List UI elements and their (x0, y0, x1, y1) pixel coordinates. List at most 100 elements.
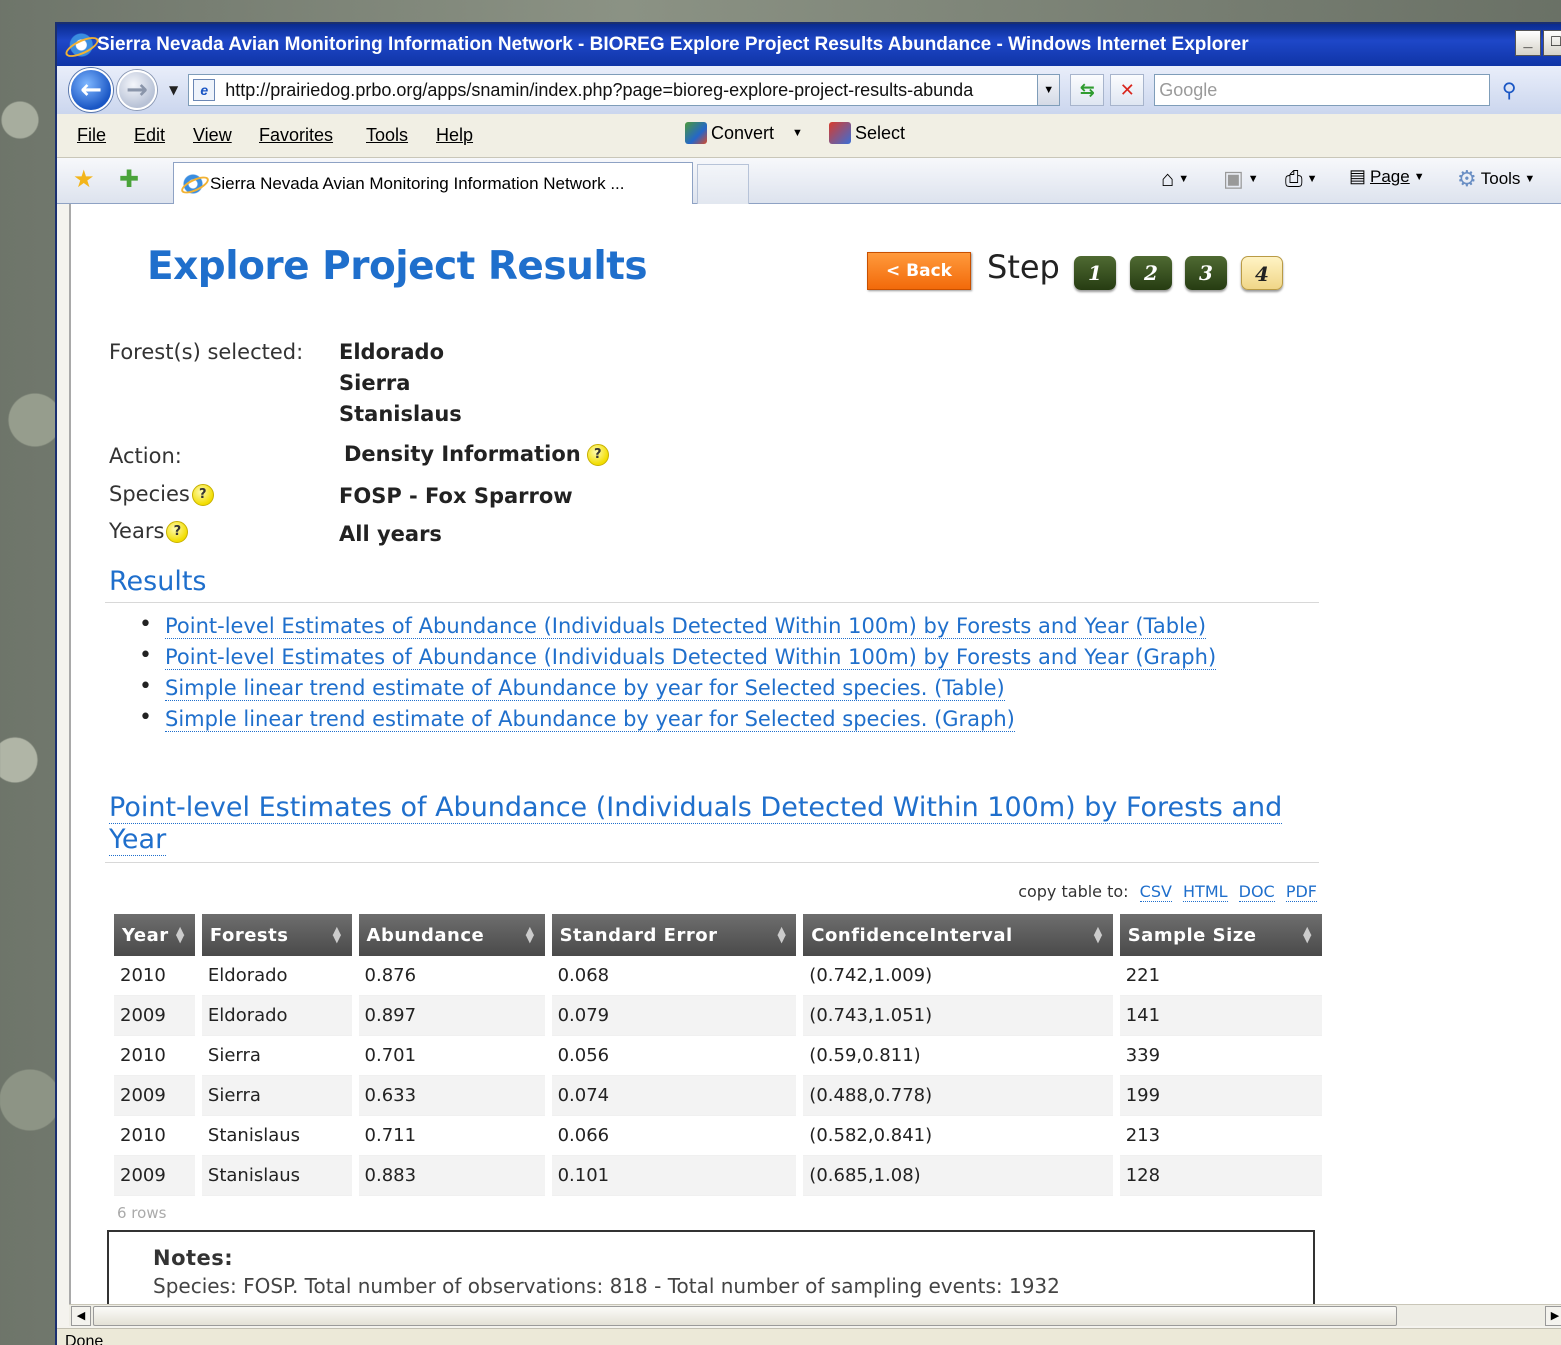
copy-table-label: copy table to: (1018, 882, 1129, 901)
cell-standard-error: 0.056 (551, 1036, 797, 1076)
help-icon[interactable]: ? (191, 484, 214, 506)
column-header-sample-size[interactable]: Sample Size ▲ ▼ (1119, 914, 1322, 956)
menu-tools[interactable]: Tools (366, 125, 408, 146)
search-input[interactable]: Google (1154, 74, 1491, 106)
convert-button[interactable]: Convert ▼ (685, 122, 803, 144)
step-2-badge[interactable]: 2 (1130, 256, 1172, 290)
step-1-badge[interactable]: 1 (1074, 256, 1116, 290)
list-item: Point-level Estimates of Abundance (Indi… (139, 643, 1217, 676)
notes-title: Notes: (153, 1246, 234, 1270)
tools-dropdown-icon[interactable]: ▼ (1524, 173, 1535, 185)
new-tab-button[interactable] (697, 164, 749, 204)
column-header-label: Forests (209, 924, 289, 946)
add-favorite-icon[interactable]: ✚ (119, 165, 139, 194)
result-link-trend-graph[interactable]: Simple linear trend estimate of Abundanc… (165, 707, 1015, 732)
table-row: 2010 Eldorado 0.876 0.068 (0.742,1.009) 221 (114, 956, 1322, 996)
copy-csv-link[interactable]: CSV (1139, 882, 1172, 902)
column-header-abundance[interactable]: Abundance ▲ ▼ (358, 914, 545, 956)
convert-icon (685, 122, 707, 144)
menu-file[interactable]: File (77, 125, 106, 146)
stop-icon[interactable]: ✕ (1110, 74, 1145, 106)
star-icon[interactable]: ★ (73, 165, 95, 194)
scrollbar-thumb[interactable] (93, 1306, 1397, 1326)
feeds-button[interactable]: ▣ ▼ (1223, 166, 1259, 192)
page-icon: e (193, 79, 216, 101)
results-divider (105, 602, 1319, 603)
print-icon: ⎙ (1285, 166, 1303, 191)
cell-standard-error: 0.101 (551, 1156, 797, 1196)
maximize-icon[interactable]: □ (1543, 30, 1561, 56)
refresh-icon[interactable]: ⇆ (1070, 74, 1105, 106)
copy-pdf-link[interactable]: PDF (1285, 882, 1317, 902)
cell-sample-size: 199 (1119, 1076, 1322, 1116)
tab-title: Sierra Nevada Avian Monitoring Informati… (210, 173, 625, 193)
result-link-abundance-table[interactable]: Point-level Estimates of Abundance (Indi… (165, 614, 1207, 639)
years-label-text: Years (109, 519, 165, 543)
select-button[interactable]: Select (829, 122, 905, 144)
result-link-abundance-graph[interactable]: Point-level Estimates of Abundance (Indi… (165, 645, 1217, 670)
list-item: Simple linear trend estimate of Abundanc… (139, 705, 1216, 738)
convert-dropdown-icon[interactable]: ▼ (792, 127, 803, 139)
search-icon[interactable]: ⚲ (1494, 74, 1524, 106)
url-dropdown-icon[interactable]: ▼ (1037, 75, 1060, 105)
action-value-text: Density Information (344, 442, 581, 466)
browser-window: Sierra Nevada Avian Monitoring Informati… (55, 22, 1561, 1345)
table-row: 2010 Stanislaus 0.711 0.066 (0.582,0.841) 213 (114, 1116, 1322, 1156)
menu-edit[interactable]: Edit (134, 125, 165, 146)
step-3-badge[interactable]: 3 (1185, 256, 1227, 290)
column-header-year[interactable]: Year ▲ ▼ (114, 914, 195, 956)
back-button[interactable]: < Back (867, 252, 971, 290)
column-header-forests[interactable]: Forests ▲ ▼ (201, 914, 352, 956)
url-text: http://prairiedog.prbo.org/apps/snamin/i… (225, 79, 974, 100)
page-dropdown-icon[interactable]: ▼ (1414, 171, 1425, 183)
window-title: Sierra Nevada Avian Monitoring Informati… (97, 34, 1249, 55)
menu-help[interactable]: Help (436, 125, 473, 146)
back-arrow-icon[interactable]: ← (69, 68, 113, 112)
url-input[interactable]: e http://prairiedog.prbo.org/apps/snamin… (188, 74, 1061, 106)
home-dropdown-icon[interactable]: ▼ (1178, 173, 1189, 185)
help-icon[interactable]: ? (586, 444, 609, 466)
sort-icon: ▲ ▼ (175, 924, 185, 945)
tab-active[interactable]: Sierra Nevada Avian Monitoring Informati… (173, 162, 693, 204)
forward-arrow-icon[interactable]: → (117, 70, 157, 110)
cell-year: 2009 (114, 1076, 195, 1116)
column-header-label: Sample Size (1127, 924, 1257, 946)
minimize-icon[interactable]: _ (1515, 30, 1541, 56)
feeds-dropdown-icon[interactable]: ▼ (1248, 173, 1259, 185)
result-link-trend-table[interactable]: Simple linear trend estimate of Abundanc… (165, 676, 1005, 701)
sort-icon: ▲ ▼ (1303, 924, 1312, 945)
help-icon[interactable]: ? (166, 521, 189, 543)
cell-confidence-interval: (0.685,1.08) (803, 1156, 1113, 1196)
scroll-right-icon[interactable]: ▶ (1545, 1306, 1561, 1326)
menu-favorites[interactable]: Favorites (259, 125, 333, 146)
page-content: Explore Project Results < Back Step 1 2 … (69, 204, 1561, 1318)
table-row: 2009 Eldorado 0.897 0.079 (0.743,1.051) 141 (114, 996, 1322, 1036)
history-dropdown-icon[interactable]: ▼ (169, 83, 178, 97)
table-row: 2010 Sierra 0.701 0.056 (0.59,0.811) 339 (114, 1036, 1322, 1076)
status-text: Done (65, 1333, 104, 1345)
copy-doc-link[interactable]: DOC (1238, 882, 1275, 902)
page-menu-button[interactable]: ▤ Page ▼ (1349, 166, 1425, 187)
status-bar: Done (57, 1328, 1561, 1345)
column-header-standard-error[interactable]: Standard Error ▲ ▼ (551, 914, 797, 956)
cell-sample-size: 141 (1119, 996, 1322, 1036)
print-dropdown-icon[interactable]: ▼ (1307, 173, 1318, 185)
column-header-label: Standard Error (559, 924, 718, 946)
forest-value-sierra: Sierra (339, 371, 411, 395)
home-button[interactable]: ⌂ ▼ (1161, 166, 1189, 192)
copy-html-link[interactable]: HTML (1183, 882, 1228, 902)
table-header-row: Year ▲ ▼ Forests ▲ ▼ Abundance ▲ ▼ Standard Er… (114, 914, 1322, 956)
copy-table-row: copy table to: CSV HTML DOC PDF (1018, 882, 1317, 902)
scroll-left-icon[interactable]: ◀ (71, 1306, 91, 1326)
cell-confidence-interval: (0.743,1.051) (803, 996, 1113, 1036)
menu-view[interactable]: View (193, 125, 232, 146)
menu-bar: File Edit View Favorites Tools Help Conv… (57, 114, 1561, 158)
column-header-confidence-interval[interactable]: ConfidenceInterval ▲ ▼ (803, 914, 1113, 956)
cell-year: 2009 (114, 1156, 195, 1196)
print-button[interactable]: ⎙ ▼ (1285, 166, 1318, 192)
horizontal-scrollbar[interactable]: ◀ ▶ (69, 1304, 1561, 1326)
tools-menu-button[interactable]: ⚙ Tools ▼ (1457, 166, 1535, 192)
window-controls: _ □ (1515, 30, 1561, 56)
cell-sample-size: 221 (1119, 956, 1322, 996)
tools-menu-label: Tools (1480, 169, 1521, 188)
